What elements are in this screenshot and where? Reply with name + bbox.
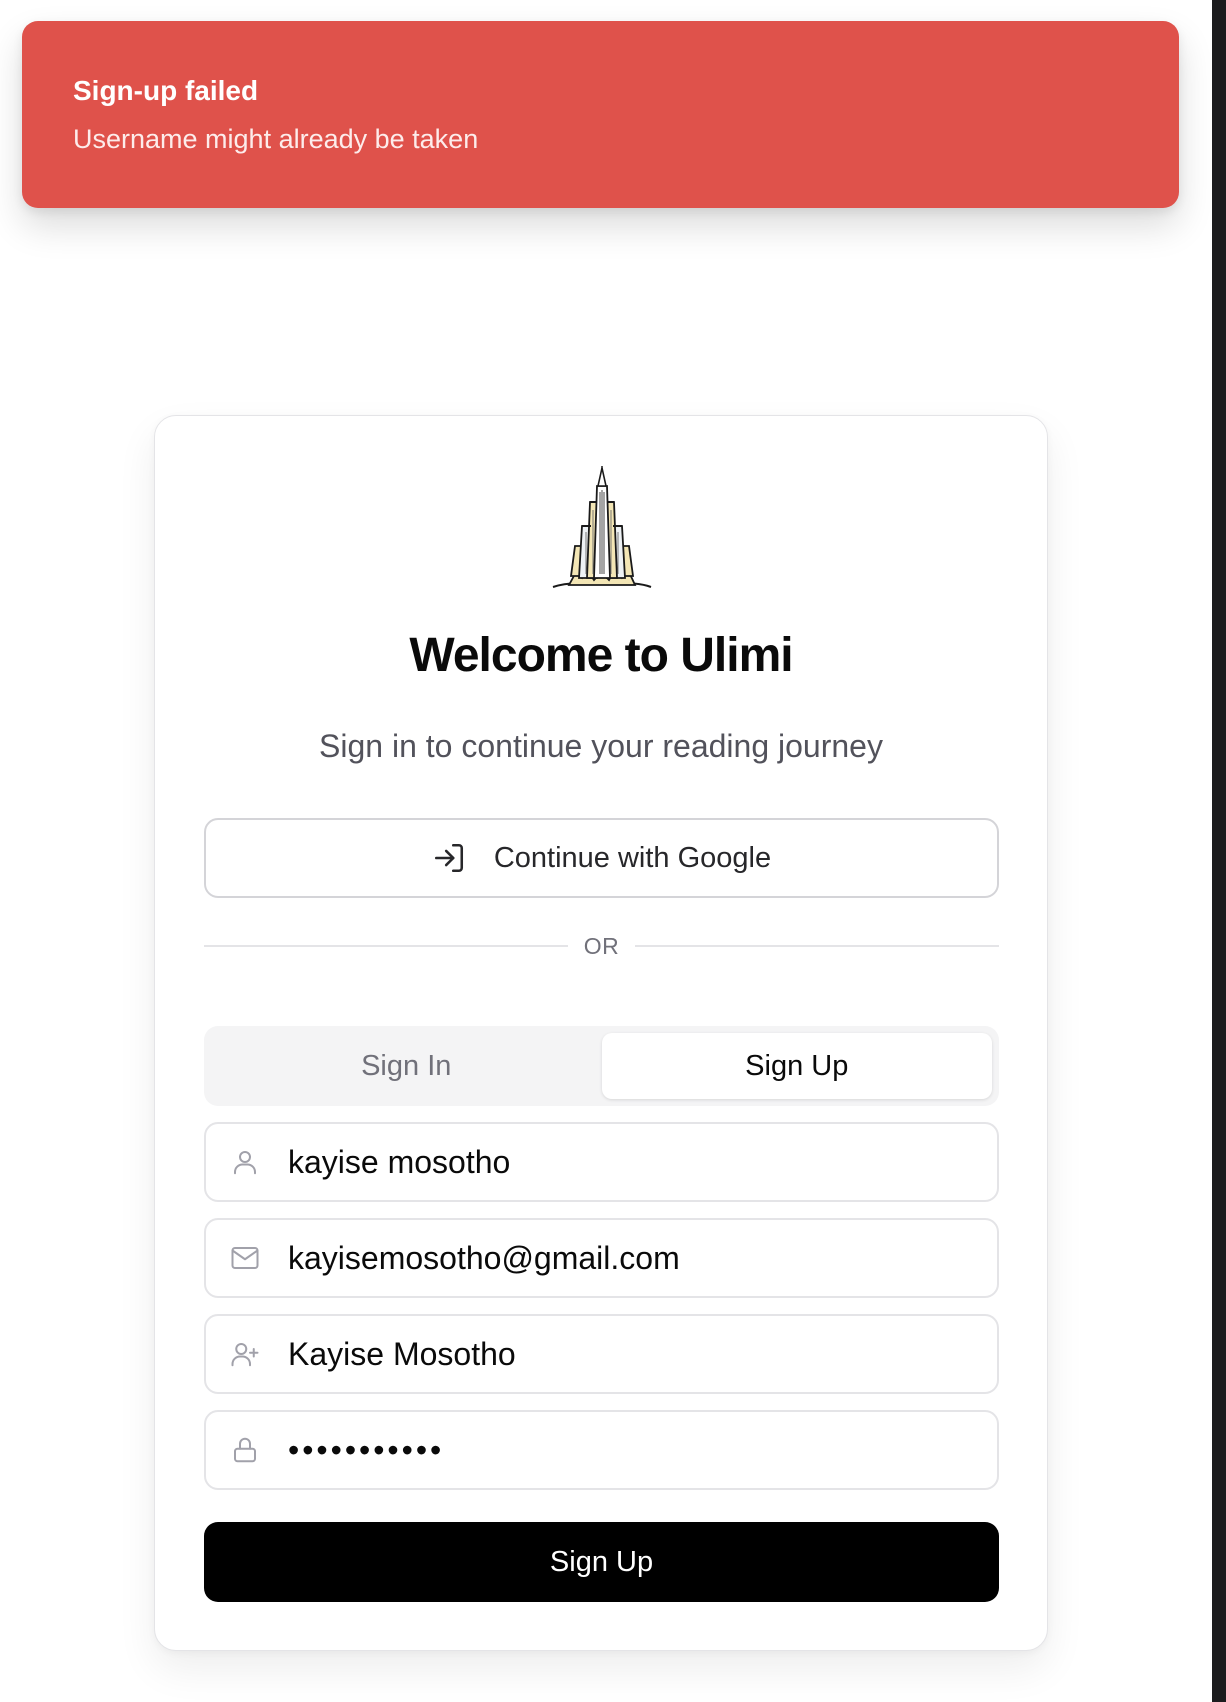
toast-title: Sign-up failed (73, 75, 259, 106)
auth-tabs: Sign In Sign Up (204, 1026, 999, 1106)
google-button-label: Continue with Google (493, 841, 772, 874)
page-title: Welcome to Ulimi (409, 629, 793, 682)
divider-text: OR (583, 932, 620, 959)
page-subtitle: Sign in to continue your reading journey (319, 728, 883, 764)
password-field[interactable] (204, 1410, 999, 1490)
email-input[interactable] (288, 1220, 997, 1296)
display-name-field[interactable] (204, 1314, 999, 1394)
tab-sign-in[interactable]: Sign In (211, 1033, 602, 1099)
divider-line-right (635, 945, 999, 947)
user-plus-icon (231, 1343, 259, 1367)
username-input[interactable] (288, 1124, 997, 1200)
page-viewport: Sign-up failed Username might already be… (0, 0, 1212, 1702)
divider-line-left (204, 945, 568, 947)
auth-card: Welcome to Ulimi Sign in to continue you… (154, 415, 1048, 1651)
continue-with-google-button[interactable]: Continue with Google (204, 818, 999, 898)
login-arrow-icon (434, 843, 463, 873)
tab-sign-up[interactable]: Sign Up (601, 1033, 992, 1099)
sign-up-button[interactable]: Sign Up (204, 1522, 999, 1602)
error-toast[interactable]: Sign-up failed Username might already be… (22, 21, 1179, 208)
display-name-input[interactable] (288, 1316, 997, 1392)
toast-message: Username might already be taken (73, 124, 479, 154)
skyscraper-logo-icon (552, 466, 652, 588)
email-field[interactable] (204, 1218, 999, 1298)
password-input[interactable] (288, 1412, 997, 1488)
or-divider: OR (204, 931, 999, 961)
username-field[interactable] (204, 1122, 999, 1202)
user-icon (234, 1151, 256, 1175)
mail-icon (231, 1247, 259, 1269)
lock-icon (234, 1437, 256, 1463)
window-edge (1212, 0, 1226, 1702)
